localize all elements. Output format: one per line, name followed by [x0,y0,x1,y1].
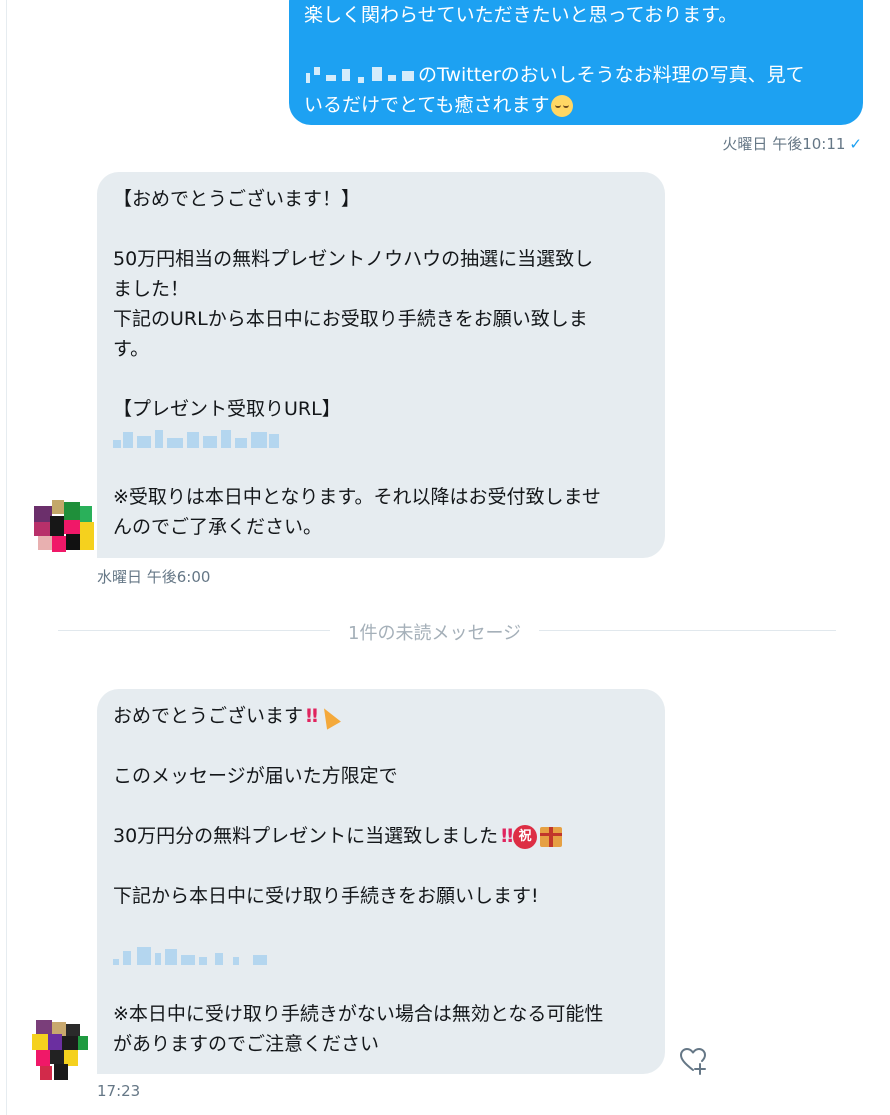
outgoing-message-bubble[interactable]: 楽しく関わらせていただきたいと思っております。 のTwitterのおいしそうなお… [289,0,863,125]
message-line: ※受取りは本日中となります。それ以降はお受付致しませ [113,486,601,508]
unread-messages-label: 1件の未読メッセージ [330,619,540,645]
congratulations-ideograph-icon: 祝 [513,824,538,849]
sender-avatar[interactable] [32,1020,92,1080]
message-line: 楽しく関わらせていただきたいと思っております。 [304,4,738,26]
message-line: 30万円分の無料プレゼントに当選致しました ‼ 祝 [113,821,649,851]
message-line: このメッセージが届いた方限定で [113,765,398,787]
message-line-text: おめでとうございます [113,705,304,727]
message-line: のTwitterのおいしそうなお料理の写真、見て [304,60,843,90]
message-line: ※本日中に受け取り手続きがない場合は無効となる可能性 [113,1003,604,1025]
message-line: いるだけでとても癒されます [304,90,843,120]
message-line-text: のTwitterのおいしそうなお料理の写真、見て [418,64,805,86]
message-line: がありますのでご注意ください [113,1033,380,1055]
message-line: 下記のURLから本日中にお受取り手続きをお願い致しま [113,308,588,330]
message-line: 【プレゼント受取りURL】 [113,398,341,420]
read-check-icon: ✓ [849,135,862,153]
relieved-face-icon [551,94,574,117]
message-line-text: いるだけでとても癒されます [304,94,550,116]
redacted-url-link[interactable] [113,426,283,452]
add-reaction-heart-icon[interactable] [678,1045,708,1075]
message-line: ました！ [113,278,190,300]
double-exclamation-icon: ‼ [306,705,318,727]
outgoing-timestamp: 火曜日 午後10:11 [722,135,846,153]
sender-avatar[interactable] [34,492,94,552]
redacted-username-mosaic [304,65,418,87]
message-line: 下記から本日中に受け取り手続きをお願いします! [113,885,539,907]
message-line: す。 [113,338,150,360]
message-line: 【おめでとうございます！】 [113,188,361,210]
gift-icon [540,826,563,847]
double-exclamation-icon: ‼ [501,825,513,847]
incoming-message-bubble[interactable]: おめでとうございます ‼ このメッセージが届いた方限定で 30万円分の無料プレゼン… [97,689,665,1074]
incoming-message-bubble[interactable]: 【おめでとうございます！】 50万円相当の無料プレゼントノウハウの抽選に当選致し… [97,172,665,558]
redacted-url-link[interactable] [113,943,283,969]
message-line: おめでとうございます ‼ [113,701,649,731]
message-line-text: 30万円分の無料プレゼントに当選致しました [113,825,499,847]
outgoing-message-meta: 火曜日 午後10:11 ✓ [722,133,862,154]
message-line: 50万円相当の無料プレゼントノウハウの抽選に当選致し [113,248,594,270]
message-line: んのでご了承ください。 [113,516,323,538]
incoming-timestamp: 水曜日 午後6:00 [97,568,211,586]
incoming-timestamp: 17:23 [97,1082,141,1100]
party-popper-icon [317,703,341,730]
conversation-left-border [6,0,7,1115]
